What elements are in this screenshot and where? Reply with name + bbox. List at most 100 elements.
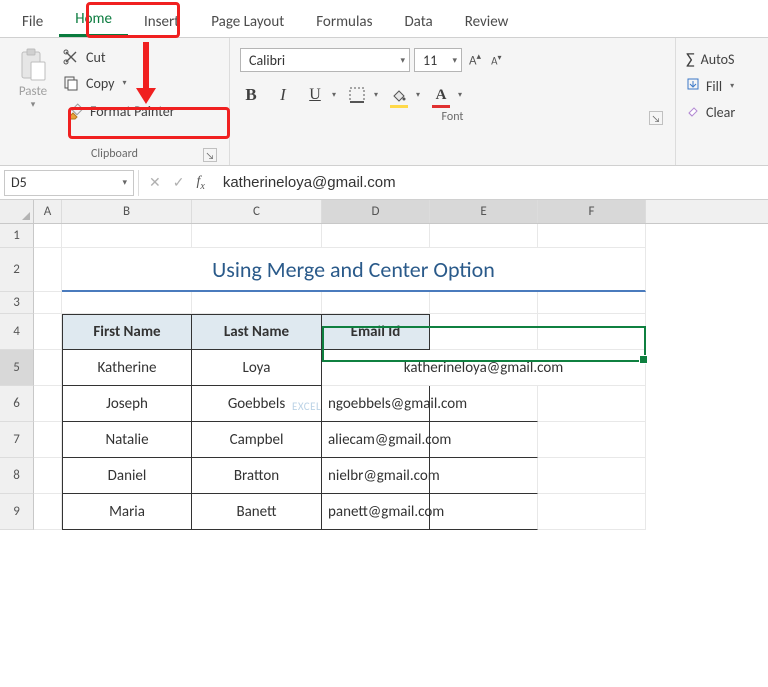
cell[interactable] <box>538 386 646 422</box>
tab-review[interactable]: Review <box>449 5 525 37</box>
font-size-combo[interactable]: 11 ▾ <box>414 48 462 72</box>
tab-home[interactable]: Home <box>59 2 128 37</box>
italic-button[interactable]: I <box>272 84 294 106</box>
cell[interactable] <box>192 292 322 314</box>
table-cell[interactable]: Campbel <box>192 422 322 458</box>
table-cell[interactable]: ngoebbels@gmail.com <box>322 386 430 422</box>
cell[interactable] <box>62 224 192 248</box>
row-header[interactable]: 6 <box>0 386 34 422</box>
table-cell[interactable]: Bratton <box>192 458 322 494</box>
col-header[interactable]: B <box>62 200 192 223</box>
table-header[interactable]: Last Name <box>192 314 322 350</box>
decrease-font-size-button[interactable]: A▾ <box>488 53 504 68</box>
title-cell[interactable]: Using Merge and Center Option <box>62 248 646 292</box>
col-header[interactable]: A <box>34 200 62 223</box>
formula-input[interactable] <box>215 170 768 196</box>
paste-button[interactable]: Paste ▾ <box>10 44 56 143</box>
font-color-button[interactable]: A <box>430 84 452 106</box>
col-header[interactable]: C <box>192 200 322 223</box>
cell[interactable] <box>62 292 192 314</box>
cell[interactable] <box>430 292 538 314</box>
row-header[interactable]: 8 <box>0 458 34 494</box>
cell[interactable] <box>538 494 646 530</box>
cell[interactable] <box>430 458 538 494</box>
col-header[interactable]: E <box>430 200 538 223</box>
tab-insert[interactable]: Insert <box>128 5 195 37</box>
dialog-launcher-icon[interactable]: ↘ <box>203 148 217 162</box>
name-box[interactable]: D5 ▾ <box>4 170 134 196</box>
format-painter-button[interactable]: Format Painter <box>62 100 179 122</box>
row-header[interactable]: 7 <box>0 422 34 458</box>
table-cell-merged[interactable]: katherineloya@gmail.com <box>322 350 646 386</box>
table-cell[interactable]: Goebbels <box>192 386 322 422</box>
cell[interactable] <box>34 386 62 422</box>
cell[interactable] <box>34 494 62 530</box>
cell[interactable] <box>430 494 538 530</box>
table-cell[interactable]: nielbr@gmail.com <box>322 458 430 494</box>
table-cell[interactable]: Natalie <box>62 422 192 458</box>
tab-page-layout[interactable]: Page Layout <box>195 5 300 37</box>
cancel-icon[interactable]: ✕ <box>149 174 161 191</box>
cell[interactable] <box>538 458 646 494</box>
cell[interactable] <box>34 248 62 292</box>
row-header[interactable]: 2 <box>0 248 34 292</box>
col-header[interactable]: F <box>538 200 646 223</box>
chevron-down-icon: ▾ <box>332 90 336 100</box>
table-cell[interactable]: Daniel <box>62 458 192 494</box>
tab-data[interactable]: Data <box>388 5 448 37</box>
row-header[interactable]: 9 <box>0 494 34 530</box>
row-header[interactable]: 1 <box>0 224 34 248</box>
cell[interactable] <box>538 292 646 314</box>
cell[interactable] <box>34 292 62 314</box>
cell[interactable] <box>538 224 646 248</box>
fx-icon[interactable]: fx <box>196 174 204 192</box>
tab-formulas[interactable]: Formulas <box>300 5 388 37</box>
borders-button[interactable] <box>346 84 368 106</box>
row-header[interactable]: 4 <box>0 314 34 350</box>
clear-button[interactable]: Clear <box>686 103 758 121</box>
cell[interactable] <box>430 314 538 350</box>
dialog-launcher-icon[interactable]: ↘ <box>649 111 663 125</box>
chevron-down-icon: ▾ <box>446 55 457 66</box>
cell[interactable] <box>34 350 62 386</box>
autosum-button[interactable]: ∑ AutoS <box>686 50 758 69</box>
cell[interactable] <box>430 224 538 248</box>
cell[interactable] <box>34 224 62 248</box>
font-name-combo[interactable]: Calibri ▾ <box>240 48 410 72</box>
underline-button[interactable]: U <box>304 84 326 106</box>
row-header[interactable]: 3 <box>0 292 34 314</box>
autosum-label: AutoS <box>701 51 735 68</box>
table-header[interactable]: Email Id <box>322 314 430 350</box>
table-cell[interactable]: Maria <box>62 494 192 530</box>
cell[interactable] <box>322 292 430 314</box>
tab-file[interactable]: File <box>6 5 59 37</box>
ribbon: Paste ▾ Cut Copy ▾ <box>0 38 768 166</box>
cell[interactable] <box>34 458 62 494</box>
increase-font-size-button[interactable]: A▴ <box>466 51 484 68</box>
cell[interactable] <box>192 224 322 248</box>
table-header[interactable]: First Name <box>62 314 192 350</box>
fill-button[interactable]: Fill ▾ <box>686 77 758 95</box>
table-cell[interactable]: aliecam@gmail.com <box>322 422 430 458</box>
col-header[interactable]: D <box>322 200 430 223</box>
cell[interactable] <box>538 314 646 350</box>
cell[interactable] <box>538 422 646 458</box>
bold-button[interactable]: B <box>240 84 262 106</box>
enter-icon[interactable]: ✓ <box>173 174 185 191</box>
fill-color-button[interactable] <box>388 84 410 106</box>
table-cell[interactable]: Joseph <box>62 386 192 422</box>
cell[interactable] <box>34 422 62 458</box>
format-painter-label: Format Painter <box>90 103 175 120</box>
chevron-down-icon: ▾ <box>122 177 127 188</box>
select-all-corner[interactable] <box>0 200 34 223</box>
table-cell[interactable]: Loya <box>192 350 322 386</box>
cut-button[interactable]: Cut <box>62 48 179 66</box>
copy-button[interactable]: Copy ▾ <box>62 74 179 92</box>
cell[interactable] <box>34 314 62 350</box>
row-header[interactable]: 5 <box>0 350 34 386</box>
table-cell[interactable]: Banett <box>192 494 322 530</box>
cell[interactable] <box>322 224 430 248</box>
table-cell[interactable]: panett@gmail.com <box>322 494 430 530</box>
table-cell[interactable]: Katherine <box>62 350 192 386</box>
clear-label: Clear <box>706 104 735 121</box>
